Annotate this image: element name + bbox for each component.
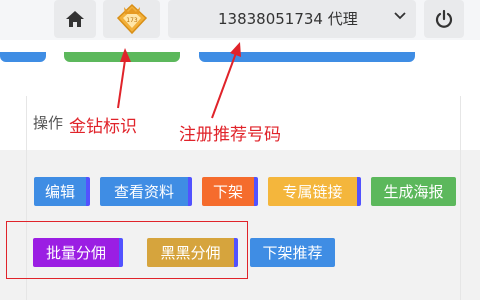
chevron-down-icon <box>394 12 406 20</box>
gold-diamond-annotation: 金钻标识 <box>69 117 137 137</box>
gold-diamond-badge-icon: 173 <box>116 3 147 35</box>
badge-level-text: 173 <box>126 17 138 24</box>
column-divider <box>460 96 461 150</box>
registered-number-annotation: 注册推荐号码 <box>179 125 281 145</box>
accent-strip-blue <box>199 52 415 62</box>
accent-strip-blue-left <box>0 52 46 62</box>
home-button[interactable] <box>54 0 96 38</box>
highlight-box <box>6 221 248 279</box>
remove-recommend-button[interactable]: 下架推荐 <box>250 238 335 267</box>
accent-strip-green <box>64 52 180 62</box>
home-icon <box>66 11 84 27</box>
gold-diamond-badge[interactable]: 173 <box>103 0 160 38</box>
generate-poster-button[interactable]: 生成海报 <box>371 177 456 206</box>
logout-button[interactable] <box>424 0 464 38</box>
operation-column-header: 操作 <box>33 114 64 132</box>
top-bar: 173 13838051734 代理 <box>0 0 480 40</box>
column-divider <box>26 96 27 150</box>
column-divider <box>460 150 461 300</box>
account-number-label: 13838051734 代理 <box>218 10 358 28</box>
view-info-button[interactable]: 查看资料 <box>100 177 192 206</box>
remove-button[interactable]: 下架 <box>202 177 258 206</box>
power-icon <box>435 9 453 28</box>
exclusive-link-button[interactable]: 专属链接 <box>268 177 361 206</box>
account-dropdown[interactable]: 13838051734 代理 <box>168 0 416 38</box>
edit-button[interactable]: 编辑 <box>34 177 90 206</box>
